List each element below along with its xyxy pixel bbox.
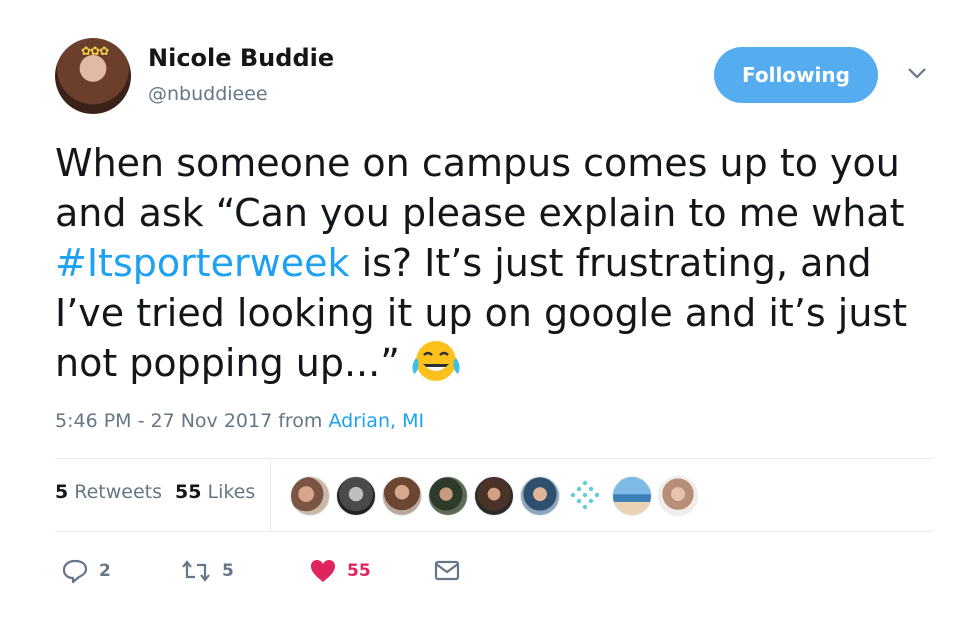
retweet-icon	[182, 560, 210, 582]
flower-crown-icon: ✿✿✿	[81, 44, 109, 58]
retweet-count: 5	[222, 561, 234, 581]
chevron-down-icon[interactable]	[904, 60, 930, 86]
divider	[55, 531, 933, 532]
liker-avatar[interactable]	[612, 476, 652, 516]
likes-count: 55	[175, 481, 202, 503]
retweets-stat[interactable]: 5 Retweets	[55, 481, 162, 503]
tweet-line: When someone on campus comes up to you	[55, 141, 900, 185]
likes-label: Likes	[201, 481, 256, 503]
tweet-text: When someone on campus comes up to you a…	[55, 138, 955, 388]
retweets-label: Retweets	[68, 481, 163, 503]
reply-count: 2	[99, 561, 111, 581]
retweets-count: 5	[55, 481, 69, 503]
location-link[interactable]: Adrian, MI	[328, 410, 424, 432]
tweet-line-rest: is? It’s just frustrating, and	[349, 241, 872, 285]
divider	[270, 459, 271, 531]
envelope-icon	[434, 560, 460, 581]
reply-button[interactable]: 2	[61, 557, 111, 585]
avatar[interactable]: ✿✿✿	[55, 38, 131, 114]
liker-avatar[interactable]	[520, 476, 560, 516]
tweet-meta: 5:46 PM - 27 Nov 2017 from Adrian, MI	[55, 410, 424, 432]
tweet-line-text: not popping up...”	[55, 341, 400, 385]
retweet-button[interactable]: 5	[180, 557, 234, 585]
direct-message-button[interactable]	[433, 559, 461, 583]
heart-icon	[311, 560, 335, 582]
liker-avatar[interactable]	[566, 476, 604, 514]
tweet-timestamp[interactable]: 5:46 PM - 27 Nov 2017	[55, 410, 272, 432]
reply-icon	[62, 559, 88, 584]
face-with-tears-of-joy-icon	[412, 341, 460, 381]
liker-avatar[interactable]	[290, 476, 330, 516]
user-handle[interactable]: @nbuddieee	[148, 83, 268, 105]
tweet-line: I’ve tried looking it up on google and i…	[55, 291, 908, 335]
hashtag-link[interactable]: #Itsporterweek	[55, 241, 349, 285]
tweet-line: not popping up...”	[55, 338, 955, 388]
liker-avatar[interactable]	[336, 476, 376, 516]
tweet-actions: 2 5 55	[55, 553, 555, 593]
pattern-icon	[570, 480, 600, 510]
liker-avatar[interactable]	[658, 476, 698, 516]
from-label: from	[272, 410, 329, 432]
tweet-header: ✿✿✿ Nicole Buddie @nbuddieee Following	[55, 38, 935, 118]
tweet-stats: 5 Retweets 55 Likes	[55, 459, 933, 531]
like-button[interactable]: 55	[309, 557, 371, 585]
likes-stat[interactable]: 55 Likes	[175, 481, 255, 503]
following-button[interactable]: Following	[714, 47, 878, 103]
like-count: 55	[347, 561, 371, 581]
user-name[interactable]: Nicole Buddie	[148, 44, 334, 72]
liker-avatar[interactable]	[428, 476, 468, 516]
liker-avatar[interactable]	[474, 476, 514, 516]
tweet-line: and ask “Can you please explain to me wh…	[55, 191, 905, 235]
tweet-line: #Itsporterweek is? It’s just frustrating…	[55, 238, 955, 288]
liker-avatar[interactable]	[382, 476, 422, 516]
